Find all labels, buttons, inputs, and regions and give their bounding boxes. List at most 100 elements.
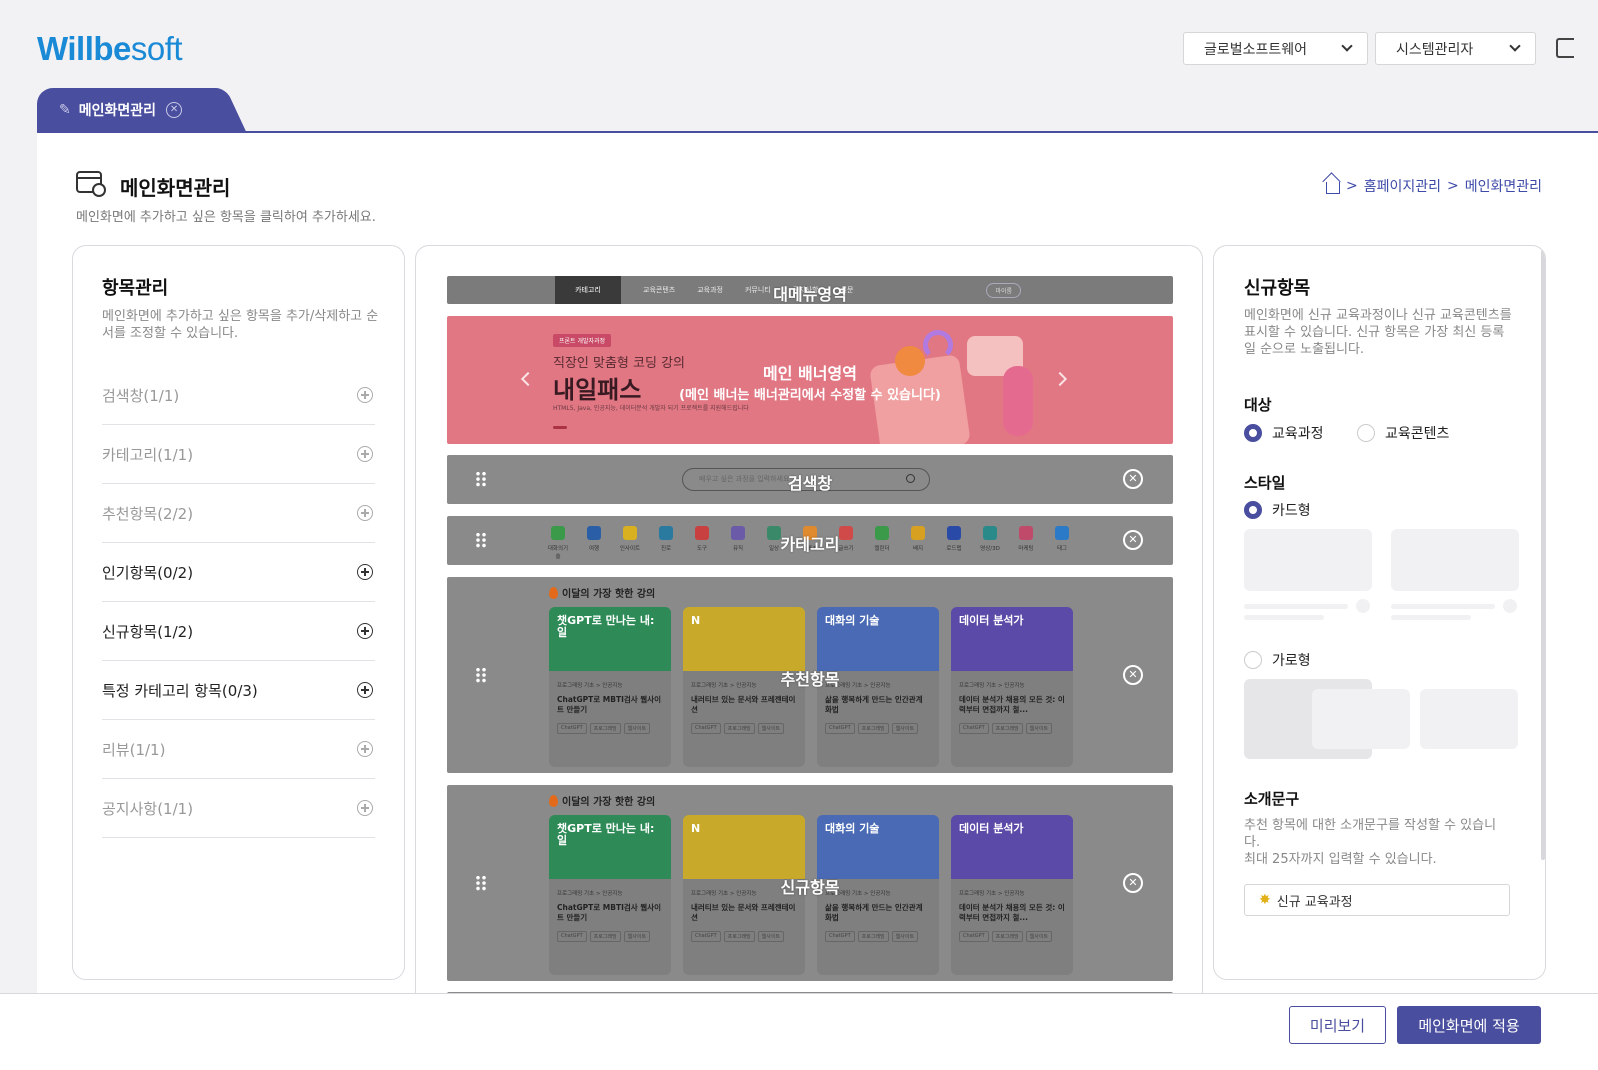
intro-description-line: 최대 25자까지 입력할 수 있습니다. [1244, 852, 1437, 867]
breadcrumb: > 홈페이지관리 > 메인화면관리 [1325, 176, 1542, 196]
company-select[interactable]: 글로벌소프트웨어 [1183, 32, 1368, 65]
card-thumbnail: 대화의 기술 [817, 607, 939, 671]
preview-button[interactable]: 미리보기 [1289, 1006, 1386, 1044]
radio-card-style[interactable]: 카드형 [1244, 500, 1311, 520]
list-item[interactable]: 특정 카테고리 항목(0/3) [102, 661, 375, 720]
radio-content[interactable]: 교육콘텐츠 [1357, 423, 1449, 443]
cards-heading-text: 이달의 가장 핫한 강의 [562, 797, 656, 808]
card-chip: ChatGPT [691, 931, 721, 942]
breadcrumb-item[interactable]: 홈페이지관리 [1364, 176, 1441, 196]
recommend-block[interactable]: 이달의 가장 핫한 강의 챗GPT로 만나는 내:일 프로그래밍 기초 > 인공… [447, 577, 1173, 773]
radio-label: 카드형 [1272, 503, 1311, 519]
card-title: 삶을 행복하게 만드는 인간관계 화법 [825, 695, 923, 714]
card-chip: 프로그래밍 [589, 931, 621, 942]
block-label: 메인 배너영역 [763, 364, 857, 383]
apply-button[interactable]: 메인화면에 적용 [1397, 1006, 1541, 1044]
add-icon [357, 505, 373, 521]
logo-bold: Willbe [37, 30, 131, 67]
breadcrumb-item[interactable]: 메인화면관리 [1465, 176, 1542, 196]
search-block[interactable]: 배우고 싶은 과정을 입력하세요 검색창 ✕ [447, 455, 1173, 504]
banner-fine-print: HTML5, Java, 인공지능, 데이터분석 개발자 되기 프로젝트를 지원… [553, 405, 749, 412]
list-item: 리뷰(1/1) [102, 720, 375, 779]
card-chips: ChatGPT 프로그래밍 웹사이트 [683, 927, 805, 946]
card-thumbnail: N [683, 607, 805, 671]
chevron-down-icon [1341, 40, 1353, 52]
add-icon[interactable] [357, 564, 373, 580]
layout-preview-panel: 카테고리 교육콘텐츠 교육과정 커뮤니티 공지사항 설문 마이룸 대메뉴영역 프… [415, 245, 1203, 1005]
card-chip: 웹사이트 [891, 723, 919, 734]
card-title: ChatGPT로 MBTI검사 웹사이트 만들기 [557, 695, 661, 714]
card-thumbnail: 데이터 분석가 [951, 815, 1073, 879]
card-chips: ChatGPT 프로그래밍 웹사이트 [951, 719, 1073, 738]
horizontal-style-preview [1312, 689, 1410, 749]
home-icon[interactable] [1325, 182, 1340, 194]
list-item: 카테고리(1/1) [102, 425, 375, 484]
add-icon[interactable] [357, 623, 373, 639]
fire-icon [549, 794, 558, 807]
banner-illustration [923, 330, 953, 360]
radio-label: 교육콘텐츠 [1385, 426, 1450, 442]
tab-main-screen[interactable]: ✎ 메인화면관리 ✕ [37, 88, 222, 132]
category-block[interactable]: 대화의기술 여행 인사이트 진로 도구 뮤직 일상 스포츠 글쓰기 캘린더 배지… [447, 516, 1173, 565]
horizontal-style-preview [1420, 689, 1518, 749]
intro-text-field[interactable]: ✸ 신규 교육과정 [1244, 884, 1510, 916]
card-chip: ChatGPT [557, 931, 587, 942]
banner-pager [553, 426, 567, 429]
page-description: 메인화면에 추가하고 싶은 항목을 클릭하여 추가하세요. [76, 210, 376, 225]
list-item[interactable]: 인기항목(0/2) [102, 543, 375, 602]
radio-horizontal-style[interactable]: 가로형 [1244, 650, 1311, 670]
card-chip: 프로그래밍 [991, 723, 1023, 734]
intro-description-line: 추천 항목에 대한 소개문구를 작성할 수 있습니다. [1244, 818, 1497, 850]
remove-block-icon[interactable]: ✕ [1123, 873, 1143, 893]
tab-label: 메인화면관리 [78, 103, 157, 119]
scrollbar[interactable] [1541, 250, 1545, 860]
radio-course[interactable]: 교육과정 [1244, 423, 1324, 443]
radio-label: 교육과정 [1272, 426, 1324, 442]
breadcrumb-sep: > [1345, 178, 1358, 194]
page-title: 메인화면관리 [120, 176, 231, 200]
pin-icon[interactable]: ✎ [59, 102, 71, 118]
skeleton-line [1391, 604, 1495, 609]
card-title: 내러티브 있는 문서와 프레젠테이션 [691, 903, 796, 922]
card-chip: 웹사이트 [757, 723, 785, 734]
settings-window-icon [76, 171, 106, 197]
breadcrumb-sep: > [1446, 178, 1459, 194]
user-select[interactable]: 시스템관리자 [1375, 32, 1536, 65]
remove-block-icon[interactable]: ✕ [1123, 469, 1143, 489]
panel-description: 메인화면에 추가하고 싶은 항목을 추가/삭제하고 순서를 조정할 수 있습니다… [102, 309, 379, 341]
item-label: 신규항목(1/2) [102, 622, 194, 641]
card-chip: ChatGPT [691, 723, 721, 734]
list-item: 공지사항(1/1) [102, 779, 375, 838]
card-chip: 웹사이트 [623, 931, 651, 942]
radio-selected-icon [1244, 501, 1262, 519]
style-label: 스타일 [1244, 474, 1286, 492]
card-chip: ChatGPT [959, 723, 989, 734]
target-label: 대상 [1244, 396, 1272, 414]
remove-block-icon[interactable]: ✕ [1123, 665, 1143, 685]
skeleton-line [1244, 604, 1348, 609]
block-note: (메인 배너는 배너관리에서 수정할 수 있습니다) [679, 388, 941, 403]
item-label: 카테고리(1/1) [102, 445, 194, 464]
radio-unselected-icon [1244, 651, 1262, 669]
card-chip: 프로그래밍 [857, 931, 889, 942]
card-title: 데이터 분석가 채용의 모든 것: 이력부터 면접까지 철... [959, 695, 1065, 714]
card-chips: ChatGPT 프로그래밍 웹사이트 [817, 927, 939, 946]
remove-block-icon[interactable]: ✕ [1123, 530, 1143, 550]
sparkle-icon: ✸ [1259, 892, 1271, 908]
add-icon [357, 741, 373, 757]
card-chip: ChatGPT [959, 931, 989, 942]
add-icon[interactable] [357, 682, 373, 698]
card-chip: 프로그래밍 [589, 723, 621, 734]
new-items-block[interactable]: 이달의 가장 핫한 강의 챗GPT로 만나는 내:일 프로그래밍 기초 > 인공… [447, 785, 1173, 981]
intro-description: 추천 항목에 대한 소개문구를 작성할 수 있습니다. 최대 25자까지 입력할 … [1244, 817, 1512, 868]
card-thumbnail: 챗GPT로 만나는 내:일 [549, 815, 671, 879]
list-item[interactable]: 신규항목(1/2) [102, 602, 375, 661]
logo-light: soft [130, 30, 183, 67]
cards-heading-text: 이달의 가장 핫한 강의 [562, 589, 656, 600]
card-chip: ChatGPT [825, 723, 855, 734]
cards-heading: 이달의 가장 핫한 강의 [549, 793, 655, 808]
card-chips: ChatGPT 프로그래밍 웹사이트 [683, 719, 805, 738]
logout-icon[interactable] [1556, 38, 1574, 58]
skeleton-dot [1356, 599, 1370, 613]
close-tab-icon[interactable]: ✕ [166, 102, 183, 118]
